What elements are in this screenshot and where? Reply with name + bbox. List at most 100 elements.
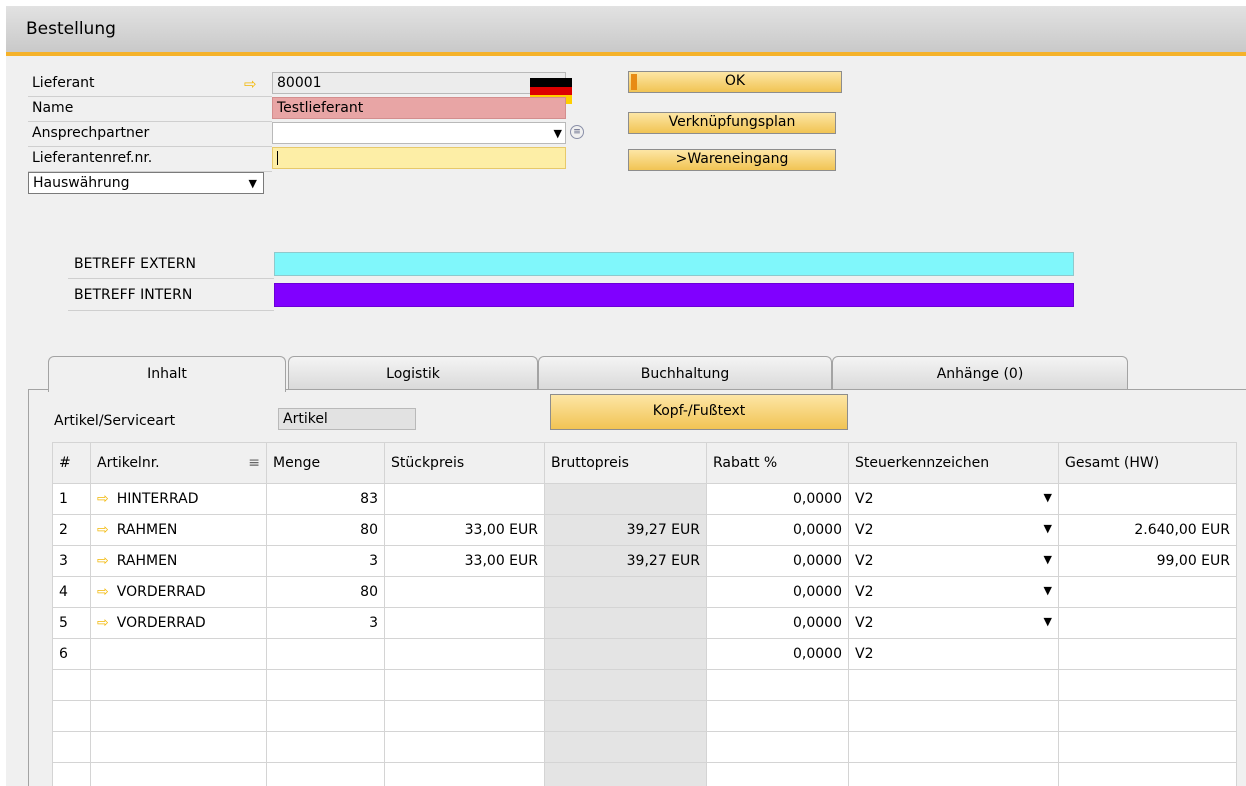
tab-logistics[interactable]: Logistik (288, 356, 538, 390)
tab-content[interactable]: Inhalt (48, 356, 286, 392)
column-header[interactable]: # (52, 442, 91, 484)
link-arrow-icon[interactable]: ⇨ (97, 553, 109, 569)
empty-cell[interactable] (848, 731, 1059, 763)
list-icon[interactable]: ≡ (570, 125, 584, 139)
item-cell[interactable]: ⇨ VORDERRAD (90, 576, 267, 608)
tax-code-cell[interactable]: V2 ▼ (848, 545, 1059, 577)
empty-row[interactable] (52, 700, 1237, 732)
empty-cell[interactable] (266, 762, 385, 786)
tax-code-cell[interactable]: V2 (848, 638, 1059, 670)
column-header[interactable]: Rabatt % (706, 442, 849, 484)
column-header[interactable]: Menge (266, 442, 385, 484)
empty-cell[interactable] (848, 762, 1059, 786)
empty-cell[interactable] (90, 731, 267, 763)
discount-cell[interactable]: 0,0000 (706, 638, 849, 670)
column-header[interactable]: Artikelnr. ≡ (90, 442, 267, 484)
currency-select[interactable]: Hauswährung ▼ (28, 172, 264, 194)
discount-cell[interactable]: 0,0000 (706, 545, 849, 577)
list-icon[interactable]: ≡ (248, 455, 260, 471)
quantity-cell[interactable]: 3 (266, 545, 385, 577)
quantity-cell[interactable]: 3 (266, 607, 385, 639)
quantity-cell[interactable]: 83 (266, 483, 385, 515)
link-arrow-icon[interactable]: ⇨ (244, 76, 257, 92)
empty-cell[interactable] (706, 700, 849, 732)
ok-button[interactable]: OK (628, 71, 842, 93)
item-cell[interactable]: ⇨ VORDERRAD (90, 607, 267, 639)
item-cell[interactable]: ⇨ RAHMEN (90, 514, 267, 546)
dropdown-arrow-icon[interactable]: ▼ (1044, 491, 1052, 504)
dropdown-arrow-icon[interactable]: ▼ (1044, 522, 1052, 535)
table-row[interactable]: 1 ⇨ HINTERRAD 83 0,0000 V2 ▼ (52, 483, 1237, 515)
discount-cell[interactable]: 0,0000 (706, 607, 849, 639)
table-row[interactable]: 6 0,0000 V2 (52, 638, 1237, 670)
tax-code-cell[interactable]: V2 ▼ (848, 483, 1059, 515)
tab-accounting[interactable]: Buchhaltung (538, 356, 832, 390)
empty-cell[interactable] (90, 669, 267, 701)
column-header[interactable]: Steuerkennzeichen (848, 442, 1059, 484)
empty-cell[interactable] (706, 762, 849, 786)
empty-cell[interactable] (90, 762, 267, 786)
tab-attachments[interactable]: Anhänge (0) (832, 356, 1128, 390)
unit-price-cell[interactable] (384, 483, 545, 515)
header-footer-text-button[interactable]: Kopf-/Fußtext (550, 394, 848, 430)
column-header[interactable]: Bruttopreis (544, 442, 707, 484)
table-row[interactable]: 5 ⇨ VORDERRAD 3 0,0000 V2 ▼ (52, 607, 1237, 639)
table-row[interactable]: 4 ⇨ VORDERRAD 80 0,0000 V2 ▼ (52, 576, 1237, 608)
tax-code-cell[interactable]: V2 ▼ (848, 514, 1059, 546)
empty-cell[interactable] (706, 731, 849, 763)
item-cell[interactable]: ⇨ RAHMEN (90, 545, 267, 577)
table-row[interactable]: 2 ⇨ RAHMEN 80 33,00 EUR 39,27 EUR 0,0000 … (52, 514, 1237, 546)
empty-cell (544, 669, 707, 701)
empty-row[interactable] (52, 669, 1237, 701)
empty-cell[interactable] (706, 669, 849, 701)
dropdown-arrow-icon[interactable]: ▼ (1044, 615, 1052, 628)
tax-code-cell[interactable]: V2 ▼ (848, 576, 1059, 608)
link-arrow-icon[interactable]: ⇨ (97, 491, 109, 507)
table-row[interactable]: 3 ⇨ RAHMEN 3 33,00 EUR 39,27 EUR 0,0000 V… (52, 545, 1237, 577)
unit-price-cell[interactable]: 33,00 EUR (384, 545, 545, 577)
quantity-cell[interactable] (266, 638, 385, 670)
unit-price-cell[interactable] (384, 576, 545, 608)
empty-cell[interactable] (848, 700, 1059, 732)
subject-external-field[interactable] (274, 252, 1074, 276)
empty-cell[interactable] (266, 700, 385, 732)
empty-cell[interactable] (266, 731, 385, 763)
contact-label: Ansprechpartner (32, 125, 150, 141)
subject-internal-field[interactable] (274, 283, 1074, 307)
quantity-cell[interactable]: 80 (266, 514, 385, 546)
name-field[interactable]: Testlieferant (272, 97, 566, 119)
unit-price-cell[interactable]: 33,00 EUR (384, 514, 545, 546)
relation-map-button[interactable]: Verknüpfungsplan (628, 112, 836, 134)
supplier-ref-field[interactable] (272, 147, 566, 169)
item-cell[interactable] (90, 638, 267, 670)
column-header[interactable]: Stückpreis (384, 442, 545, 484)
empty-row[interactable] (52, 731, 1237, 763)
unit-price-cell[interactable] (384, 638, 545, 670)
unit-price-cell[interactable] (384, 607, 545, 639)
item-cell[interactable]: ⇨ HINTERRAD (90, 483, 267, 515)
discount-cell[interactable]: 0,0000 (706, 483, 849, 515)
dropdown-arrow-icon[interactable]: ▼ (1044, 553, 1052, 566)
empty-cell[interactable] (384, 700, 545, 732)
discount-cell[interactable]: 0,0000 (706, 576, 849, 608)
quantity-cell[interactable]: 80 (266, 576, 385, 608)
column-header[interactable]: Gesamt (HW) (1058, 442, 1237, 484)
empty-cell[interactable] (384, 762, 545, 786)
discount-cell[interactable]: 0,0000 (706, 514, 849, 546)
empty-row[interactable] (52, 762, 1237, 786)
empty-cell[interactable] (90, 700, 267, 732)
empty-cell[interactable] (384, 731, 545, 763)
link-arrow-icon[interactable]: ⇨ (97, 584, 109, 600)
contact-dropdown[interactable]: ▼ (272, 122, 566, 144)
empty-cell[interactable] (266, 669, 385, 701)
item-type-field[interactable]: Artikel (278, 408, 416, 430)
supplier-field[interactable]: 80001 (272, 72, 566, 94)
dropdown-arrow-icon[interactable]: ▼ (1044, 584, 1052, 597)
text-cursor (277, 151, 278, 165)
empty-cell[interactable] (848, 669, 1059, 701)
tax-code-cell[interactable]: V2 ▼ (848, 607, 1059, 639)
link-arrow-icon[interactable]: ⇨ (97, 522, 109, 538)
empty-cell[interactable] (384, 669, 545, 701)
goods-receipt-button[interactable]: >Wareneingang (628, 149, 836, 171)
link-arrow-icon[interactable]: ⇨ (97, 615, 109, 631)
